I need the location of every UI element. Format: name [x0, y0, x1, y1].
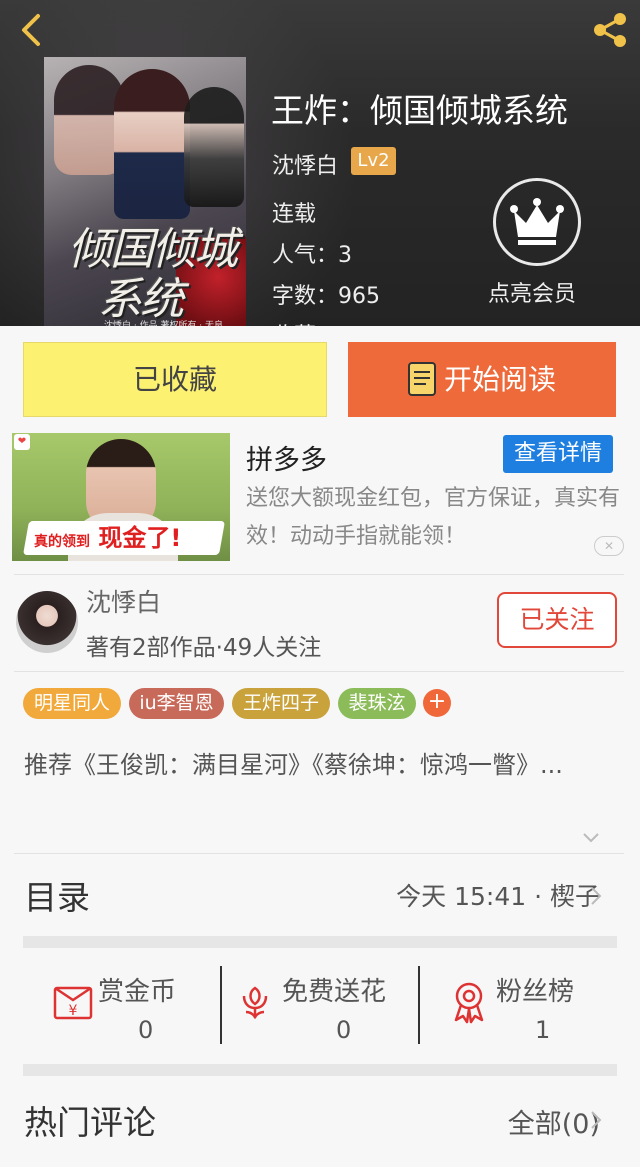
cover-title-art: 倾国倾城 系统	[68, 224, 238, 325]
ad-detail-button[interactable]: 查看详情	[503, 435, 613, 473]
send-flower-label: 免费送花	[282, 977, 387, 1007]
cover-figure-center	[114, 69, 190, 219]
send-flower-value: 0	[336, 1016, 352, 1044]
author-section-name[interactable]: 沈悸白	[86, 583, 161, 619]
tag-item[interactable]: 裴珠泫	[338, 688, 416, 719]
vip-label[interactable]: 点亮会员	[488, 276, 576, 308]
vip-crown-button[interactable]	[493, 178, 581, 266]
serial-status: 连载	[272, 202, 317, 227]
svg-text:¥: ¥	[69, 1003, 78, 1019]
back-arrow-icon[interactable]	[12, 10, 52, 50]
ad-close-icon[interactable]: ✕	[594, 536, 624, 556]
stat-separator	[418, 966, 420, 1044]
section-divider-bar	[23, 1064, 617, 1076]
book-header: 倾国倾城 系统 沈悸白 · 作品 著权所有 · 无良 王炸：倾国倾城系统 沈悸白…	[0, 0, 640, 330]
ad-heart-icon: ❤	[14, 434, 30, 450]
medal-icon	[454, 982, 484, 1024]
share-icon[interactable]	[588, 8, 632, 52]
start-reading-button[interactable]: 开始阅读	[348, 342, 616, 417]
crown-icon	[510, 198, 564, 245]
divider	[14, 853, 624, 854]
ad-name[interactable]: 拼多多	[246, 438, 327, 477]
catalog-title[interactable]: 目录	[24, 871, 90, 919]
ad-banner-text: 真的领到 现金了!	[34, 524, 182, 552]
book-title: 王炸：倾国倾城系统	[271, 91, 568, 130]
start-reading-label: 开始阅读	[443, 363, 556, 396]
book-icon	[407, 362, 436, 396]
tag-item[interactable]: 王炸四子	[232, 688, 330, 719]
reward-coins-value: 0	[138, 1016, 154, 1044]
all-comments-link[interactable]: 全部(0)	[508, 1102, 600, 1141]
fan-ranking-value: 1	[535, 1016, 551, 1044]
envelope-yen-icon: ¥	[53, 986, 93, 1020]
fan-ranking-label: 粉丝榜	[496, 977, 575, 1007]
author-summary: 著有2部作品·49人关注	[86, 635, 322, 661]
favorited-button[interactable]: 已收藏	[23, 342, 327, 417]
divider	[14, 574, 624, 575]
chevron-right-icon[interactable]	[590, 1110, 602, 1130]
main-panel: 已收藏 开始阅读 真的领到 现金了! ❤ 拼多多 查看详情 送您大额现金红包，官…	[0, 326, 640, 1167]
more-tags-button[interactable]: +	[423, 689, 451, 717]
reward-coins-label: 赏金币	[98, 977, 177, 1007]
ad-image[interactable]: 真的领到 现金了!	[12, 433, 230, 561]
popularity: 人气：3	[272, 243, 352, 268]
recommend-text: 推荐《王俊凯：满目星河》《蔡徐坤：惊鸿一瞥》...	[24, 751, 563, 779]
section-divider-bar	[23, 936, 617, 948]
cover-figure-right	[184, 87, 244, 207]
followed-button[interactable]: 已关注	[497, 592, 617, 648]
hot-comments-title: 热门评论	[24, 1103, 156, 1142]
book-cover[interactable]: 倾国倾城 系统 沈悸白 · 作品 著权所有 · 无良	[44, 57, 246, 330]
catalog-latest-update[interactable]: 今天 15:41 · 楔子	[396, 877, 600, 913]
flower-icon	[242, 986, 268, 1020]
author-name[interactable]: 沈悸白	[272, 148, 338, 180]
divider	[14, 671, 624, 672]
chevron-right-icon[interactable]	[590, 886, 602, 906]
ad-description[interactable]: 送您大额现金红包，官方保证，真实有效！动动手指就能领！	[246, 480, 626, 556]
tag-item[interactable]: 明星同人	[23, 688, 121, 719]
word-count: 字数：965	[272, 284, 380, 309]
chevron-down-icon[interactable]	[582, 832, 600, 844]
tag-item[interactable]: iu李智恩	[129, 688, 224, 719]
author-avatar[interactable]	[16, 591, 78, 653]
stat-separator	[220, 966, 222, 1044]
level-badge: Lv2	[351, 147, 396, 175]
